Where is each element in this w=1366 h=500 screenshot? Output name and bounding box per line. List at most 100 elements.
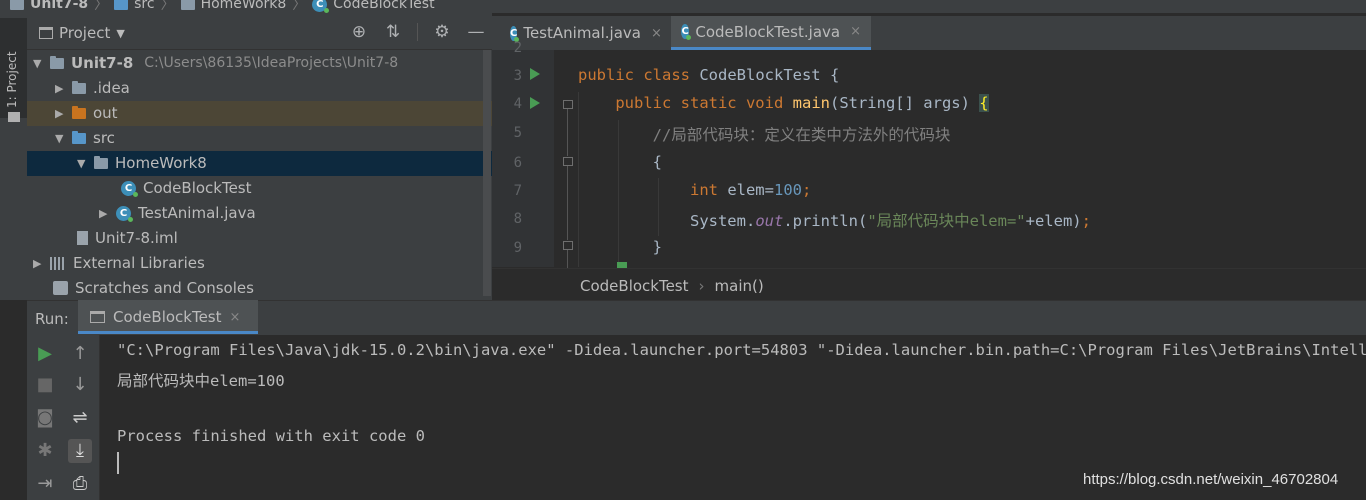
class-icon: C [312, 0, 330, 13]
settings-icon[interactable]: ✱ [33, 439, 57, 463]
tree-item-label: Unit7-8.iml [95, 229, 178, 247]
code-brace: { [652, 153, 662, 171]
tab-codeblocktest[interactable]: C CodeBlockTest.java × [671, 16, 871, 50]
module-folder-icon [10, 0, 24, 10]
line-number: 4 [513, 96, 522, 112]
rerun-icon[interactable]: ▶ [33, 342, 57, 366]
close-icon[interactable]: × [850, 24, 861, 39]
fold-marker-icon[interactable] [563, 157, 573, 166]
editor-breadcrumb: CodeBlockTest › main() [492, 268, 1366, 301]
project-panel-title: Project [59, 24, 111, 42]
fold-marker-icon[interactable] [563, 100, 573, 109]
tree-item-label: out [93, 104, 118, 122]
class-name: CodeBlockTest [699, 66, 821, 84]
semicolon: ; [801, 181, 812, 199]
fold-guide [567, 109, 568, 156]
tab-label: CodeBlockTest.java [695, 22, 841, 41]
scroll-to-end-icon[interactable]: ⤓ [68, 439, 92, 463]
method-call: .println( [783, 212, 868, 230]
package-icon [94, 155, 108, 169]
navigation-breadcrumb: Unit7-8 〉 src 〉 HomeWork8 〉 C CodeBlockT… [0, 0, 1366, 13]
camera-icon[interactable]: ◙ [33, 406, 57, 430]
keyword: public static void [615, 94, 784, 112]
breadcrumb-project[interactable]: Unit7-8 [30, 0, 88, 12]
exit-icon[interactable]: ⇥ [33, 472, 57, 496]
scroll-down-icon[interactable]: ↓ [68, 373, 92, 397]
console-caret [117, 452, 119, 474]
semicolon: ; [1081, 212, 1091, 230]
breadcrumb-class[interactable]: CodeBlockTest [580, 277, 689, 295]
collapsed-arrow-icon[interactable]: ▶ [55, 82, 65, 95]
tree-item-idea[interactable]: ▶ .idea [27, 76, 492, 101]
expand-arrow-icon[interactable]: ▼ [77, 157, 87, 170]
line-number: 6 [513, 155, 522, 171]
locate-icon[interactable]: ⊕ [349, 22, 369, 42]
close-icon[interactable]: × [230, 310, 241, 325]
module-folder-icon [50, 55, 64, 69]
static-field: out [755, 212, 784, 230]
line-number: 9 [513, 240, 522, 256]
code-punct: { [820, 66, 840, 84]
expression: +elem) [1025, 212, 1082, 230]
tree-item-iml[interactable]: Unit7-8.iml [27, 226, 492, 251]
folder-icon [72, 80, 86, 94]
module-file-icon [77, 231, 88, 245]
tree-item-label: src [93, 129, 115, 147]
src-folder-icon [114, 0, 129, 10]
collapsed-arrow-icon[interactable]: ▶ [33, 257, 43, 270]
tab-testanimal[interactable]: C TestAnimal.java × [500, 16, 670, 50]
tree-item-external-libraries[interactable]: ▶ External Libraries [27, 251, 492, 276]
stop-icon[interactable]: ■ [33, 373, 57, 397]
expand-arrow-icon[interactable]: ▼ [55, 132, 65, 145]
tab-label: TestAnimal.java [523, 24, 641, 42]
chevron-down-icon: ▼ [116, 26, 125, 40]
breadcrumb-separator: 〉 [94, 0, 109, 13]
breadcrumb-method[interactable]: main() [715, 277, 764, 295]
console-icon [90, 311, 105, 323]
project-panel-scrollbar[interactable] [483, 50, 491, 296]
keyword: int [689, 181, 718, 199]
tree-item-label: CodeBlockTest [143, 179, 252, 197]
code-line-8: System.out.println("局部代码块中elem="+elem); [578, 209, 1091, 231]
console-exit-line: Process finished with exit code 0 [117, 427, 425, 445]
scratches-icon [53, 281, 68, 295]
project-panel-header: Project ▼ ⊕ ⇅ ⚙ — [27, 16, 492, 50]
variable: elem= [717, 181, 774, 199]
project-tool-window-tab[interactable]: 1: Project [0, 18, 27, 122]
expand-arrow-icon[interactable]: ▼ [33, 57, 43, 70]
tree-item-project-root[interactable]: ▼ Unit7-8 C:\Users\86135\IdeaProjects\Un… [27, 51, 492, 76]
run-class-icon[interactable] [530, 68, 540, 80]
tree-item-label: .idea [93, 79, 130, 97]
minimize-icon[interactable]: — [466, 22, 486, 42]
tree-item-testanimal[interactable]: ▶ C TestAnimal.java [27, 201, 492, 226]
project-view-selector[interactable]: Project ▼ [39, 24, 125, 42]
line-number: 2 [513, 40, 522, 56]
close-icon[interactable]: × [651, 26, 662, 41]
print-icon[interactable]: ⎙ [68, 472, 92, 496]
fold-guide [567, 250, 568, 268]
tree-item-scratches[interactable]: Scratches and Consoles [27, 276, 492, 301]
class-icon: C [510, 25, 520, 42]
breadcrumb-package[interactable]: HomeWork8 [201, 0, 287, 12]
class-ref: System. [689, 212, 756, 230]
tree-item-src[interactable]: ▼ src [27, 126, 492, 151]
breadcrumb-src[interactable]: src [134, 0, 154, 12]
tree-item-homework8[interactable]: ▼ HomeWork8 [27, 151, 492, 176]
run-tab-codeblocktest[interactable]: CodeBlockTest × [78, 300, 258, 334]
tree-item-codeblocktest[interactable]: C CodeBlockTest [27, 176, 492, 201]
tree-item-out[interactable]: ▶ out [27, 101, 492, 126]
project-view-icon [39, 27, 53, 39]
line-number: 3 [513, 68, 522, 84]
fold-marker-icon[interactable] [563, 241, 573, 250]
collapse-icon[interactable]: ⇅ [383, 22, 403, 42]
collapsed-arrow-icon[interactable]: ▶ [55, 107, 65, 120]
method-args: (String[] args) [829, 94, 980, 112]
console-output-line: 局部代码块中elem=100 [117, 372, 285, 390]
collapsed-arrow-icon[interactable]: ▶ [99, 207, 109, 220]
gear-icon[interactable]: ⚙ [432, 22, 452, 42]
scroll-up-icon[interactable]: ↑ [68, 342, 92, 366]
run-main-icon[interactable] [530, 97, 540, 109]
soft-wrap-icon[interactable]: ⇌ [68, 406, 92, 430]
breadcrumb-file[interactable]: CodeBlockTest [333, 0, 434, 12]
tree-item-label: Scratches and Consoles [75, 279, 254, 297]
